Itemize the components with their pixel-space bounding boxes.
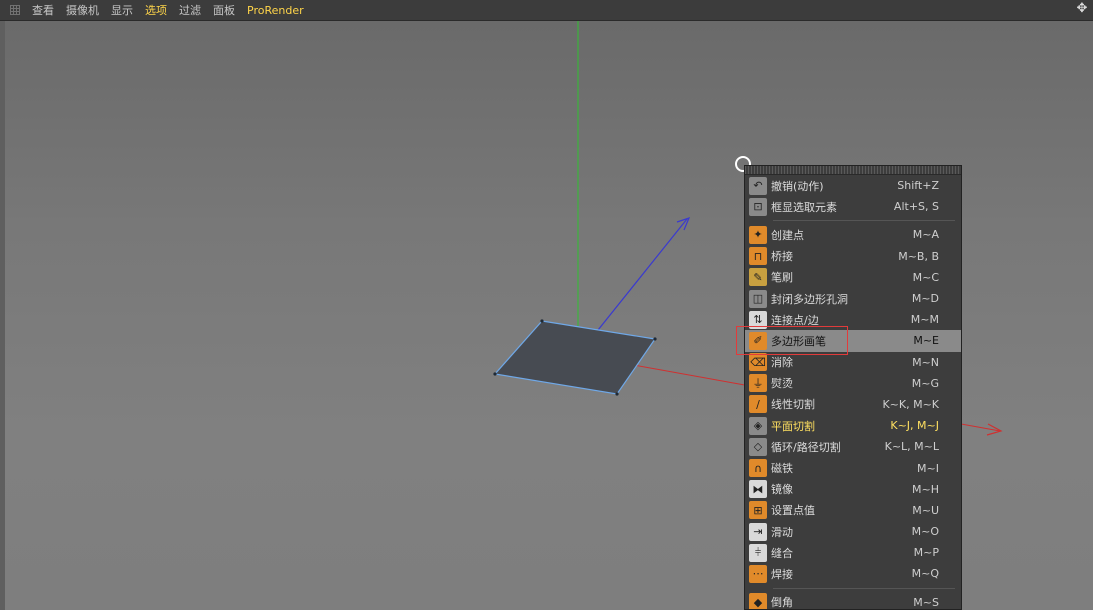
menu-display[interactable]: 显示 <box>105 2 139 18</box>
menu-item-label: 滑动 <box>771 525 793 539</box>
menu-separator <box>773 220 955 222</box>
context-menu-item[interactable]: ⇥ 滑动 M~O <box>745 521 961 542</box>
polygon-vertex[interactable] <box>653 337 657 341</box>
polygon-vertex[interactable] <box>493 372 497 376</box>
menu-item-label: 焊接 <box>771 567 793 581</box>
menu-item-label: 循环/路径切割 <box>771 440 841 454</box>
menu-item-label: 连接点/边 <box>771 313 819 327</box>
menu-item-label: 框显选取元素 <box>771 200 837 214</box>
context-menu-item[interactable]: ⋯ 焊接 M~Q <box>745 563 961 584</box>
menu-item-label: 线性切割 <box>771 398 815 412</box>
context-menu-item[interactable]: ⊓ 桥接 M~B, B <box>745 246 961 267</box>
menu-item-label: 镜像 <box>771 483 793 497</box>
menu-item-label: 笔刷 <box>771 271 793 285</box>
knife-icon: ∕ <box>749 395 767 414</box>
context-menu-item[interactable]: ⌫ 消除 M~N <box>745 352 961 373</box>
menu-item-label: 设置点值 <box>771 504 815 518</box>
menu-item-label: 创建点 <box>771 228 804 242</box>
menu-view[interactable]: 查看 <box>26 2 60 18</box>
menu-filter[interactable]: 过滤 <box>173 2 207 18</box>
context-menu-item[interactable]: ◫ 封闭多边形孔洞 M~D <box>745 288 961 309</box>
polygon-vertex[interactable] <box>615 392 619 396</box>
polygon-plane[interactable] <box>493 320 657 395</box>
mirror-icon: ⧓ <box>749 480 767 499</box>
menu-item-shortcut: M~E <box>913 334 939 348</box>
menu-item-shortcut: M~G <box>911 376 939 390</box>
iron-icon: ⏚ <box>749 374 767 393</box>
context-menu-item[interactable]: ∩ 磁铁 M~I <box>745 457 961 478</box>
viewport-menubar: 查看 摄像机 显示 选项 过滤 面板 ProRender ✥ <box>0 0 1093 21</box>
menu-prorender[interactable]: ProRender <box>241 4 310 17</box>
menu-item-label: 桥接 <box>771 250 793 264</box>
context-menu-item[interactable]: ⊞ 设置点值 M~U <box>745 500 961 521</box>
menu-item-label: 磁铁 <box>771 462 793 476</box>
set-value-icon: ⊞ <box>749 501 767 520</box>
context-menu-item[interactable]: ◈ 平面切割 K~J, M~J <box>745 415 961 436</box>
menu-item-shortcut: M~P <box>913 546 939 560</box>
menu-item-shortcut: M~U <box>912 503 939 517</box>
create-point-icon: ✦ <box>749 225 767 244</box>
context-menu-item[interactable]: ⏚ 熨烫 M~G <box>745 373 961 394</box>
context-menu-item[interactable]: ⇅ 连接点/边 M~M <box>745 309 961 330</box>
menu-item-shortcut: M~Q <box>911 567 939 581</box>
dissolve-icon: ⌫ <box>749 353 767 372</box>
menu-item-shortcut: M~D <box>911 292 939 306</box>
menu-item-label: 倒角 <box>771 596 793 610</box>
brush-icon: ✎ <box>749 268 767 287</box>
bridge-icon: ⊓ <box>749 247 767 266</box>
menu-item-shortcut: M~S <box>913 595 939 609</box>
connect-icon: ⇅ <box>749 310 767 329</box>
plane-cut-icon: ◈ <box>749 416 767 435</box>
menu-item-label: 撤销(动作) <box>771 179 824 193</box>
context-menu-item[interactable]: ◇ 循环/路径切割 K~L, M~L <box>745 436 961 457</box>
menu-item-shortcut: K~L, M~L <box>884 440 939 454</box>
menu-camera[interactable]: 摄像机 <box>60 2 105 18</box>
context-menu: ↶ 撤销(动作) Shift+Z ⊡ 框显选取元素 Alt+S, S ✦ 创建点 M~A ⊓ 桥接 M… <box>744 165 962 610</box>
menu-item-label: 平面切割 <box>771 419 815 433</box>
menu-item-shortcut: K~K, M~K <box>882 397 939 411</box>
menu-item-shortcut: K~J, M~J <box>890 419 939 433</box>
frame-selection-icon: ⊡ <box>749 197 767 216</box>
context-menu-grip[interactable] <box>745 166 961 175</box>
menu-panel[interactable]: 面板 <box>207 2 241 18</box>
polygon-pen-icon: ✐ <box>749 331 767 350</box>
weld-icon: ⋯ <box>749 564 767 583</box>
context-menu-item[interactable]: ↶ 撤销(动作) Shift+Z <box>745 175 961 196</box>
viewport-move-icon[interactable]: ✥ <box>1075 2 1089 16</box>
context-menu-item[interactable]: ⊡ 框显选取元素 Alt+S, S <box>745 196 961 217</box>
menu-item-label: 封闭多边形孔洞 <box>771 292 848 306</box>
menu-separator <box>773 587 955 589</box>
menu-item-shortcut: M~M <box>910 313 939 327</box>
slide-icon: ⇥ <box>749 522 767 541</box>
context-menu-item[interactable]: ✐ 多边形画笔 M~E <box>745 330 961 352</box>
menu-item-shortcut: M~H <box>912 482 939 496</box>
context-menu-item[interactable]: ∕ 线性切割 K~K, M~K <box>745 394 961 415</box>
menu-item-label: 熨烫 <box>771 377 793 391</box>
context-menu-item[interactable]: ✦ 创建点 M~A <box>745 224 961 245</box>
menu-item-shortcut: M~C <box>912 270 939 284</box>
stitch-icon: ⫩ <box>749 543 767 562</box>
menu-item-label: 缝合 <box>771 546 793 560</box>
loop-cut-icon: ◇ <box>749 437 767 456</box>
context-menu-item[interactable]: ✎ 笔刷 M~C <box>745 267 961 288</box>
polygon-vertex[interactable] <box>540 319 544 323</box>
context-menu-item[interactable]: ⧓ 镜像 M~H <box>745 479 961 500</box>
menu-item-shortcut: M~B, B <box>898 249 939 263</box>
menu-item-shortcut: Alt+S, S <box>893 200 939 214</box>
menu-item-shortcut: M~N <box>912 355 939 369</box>
menu-item-shortcut: M~A <box>912 228 939 242</box>
context-menu-item[interactable]: ◆ 倒角 M~S <box>745 592 961 610</box>
menu-item-shortcut: Shift+Z <box>897 179 939 193</box>
menu-options[interactable]: 选项 <box>139 2 173 18</box>
menu-item-shortcut: M~I <box>917 461 939 475</box>
bevel-icon: ◆ <box>749 593 767 609</box>
menu-item-shortcut: M~O <box>911 525 939 539</box>
menubar-grip-icon[interactable] <box>10 5 20 15</box>
undo-icon: ↶ <box>749 176 767 195</box>
context-menu-item[interactable]: ⫩ 缝合 M~P <box>745 542 961 563</box>
menu-item-label: 消除 <box>771 356 793 370</box>
close-hole-icon: ◫ <box>749 289 767 308</box>
magnet-icon: ∩ <box>749 459 767 478</box>
menu-item-label: 多边形画笔 <box>771 334 826 348</box>
